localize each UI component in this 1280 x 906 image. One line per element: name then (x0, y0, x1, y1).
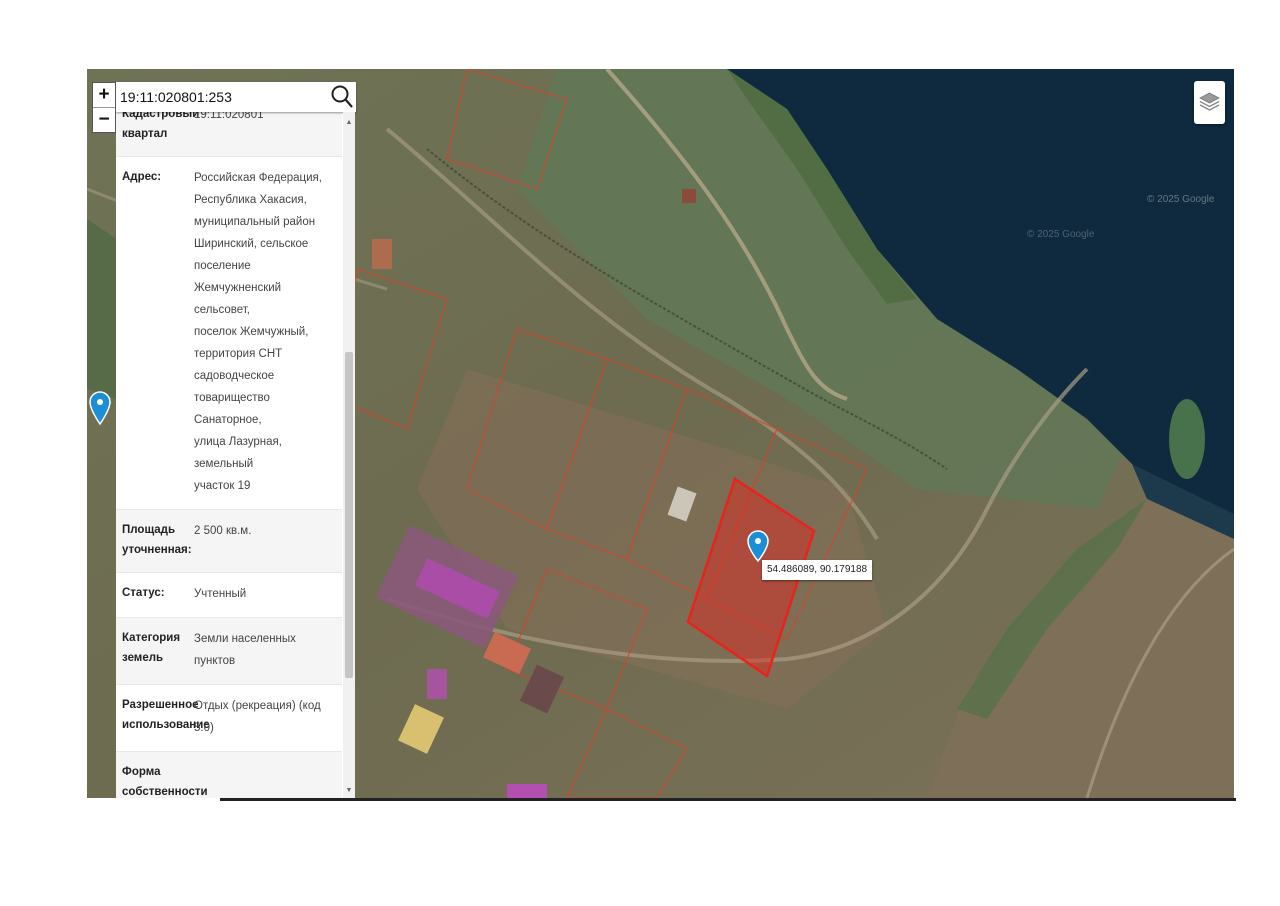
info-label: Адрес: (122, 171, 162, 183)
info-label: Категория земель (122, 632, 181, 664)
info-row: Категория земель Земли населенных пунктов (116, 618, 342, 685)
scroll-up-arrow-icon[interactable]: ▲ (343, 116, 355, 130)
map-attribution: © 2025 Google (1147, 194, 1215, 205)
info-label: Форма собственности (122, 766, 208, 798)
info-value: Земли населенных пунктов (194, 633, 296, 667)
scroll-thumb[interactable] (345, 352, 353, 678)
zoom-out-button[interactable]: − (93, 107, 115, 132)
info-label: Площадь уточненная: (122, 524, 192, 556)
search-icon[interactable] (330, 84, 354, 110)
map-attribution: © 2025 Google (1027, 229, 1095, 240)
zoom-control: + − (93, 83, 115, 132)
map-bottom-border (220, 798, 1236, 801)
info-row: Адрес: Российская Федерация, Республика Х… (116, 157, 342, 510)
info-value: 19:11:020801 (194, 112, 264, 121)
layers-icon (1199, 92, 1220, 111)
search-input[interactable] (120, 87, 320, 107)
coordinates-label: 54.486089, 90.179188 (762, 560, 873, 580)
info-row: Форма собственности (116, 752, 342, 798)
info-row: Кадастровый квартал 19:11:020801 (116, 112, 342, 157)
info-value: Российская Федерация, Республика Хакасия… (194, 172, 322, 492)
info-value: Учтенный (194, 588, 247, 600)
info-value: 2 500 кв.м. (194, 525, 252, 537)
info-value (194, 762, 342, 798)
info-row: Площадь уточненная: 2 500 кв.м. (116, 510, 342, 573)
info-scrollbar[interactable]: ▲ ▼ (343, 112, 355, 798)
info-row: Разрешенное использование Отдых (рекреаци… (116, 685, 342, 752)
search-box (116, 82, 356, 112)
info-value: Отдых (рекреация) (код 5.0) (194, 700, 321, 734)
info-row: Статус: Учтенный (116, 573, 342, 618)
info-label: Кадастровый квартал (122, 112, 200, 140)
info-label: Разрешенное использование (122, 699, 210, 731)
layers-button[interactable] (1194, 81, 1225, 124)
parcel-info-panel: Кадастровый квартал 19:11:020801 Адрес: Рос… (116, 112, 355, 798)
parcel-info-list: Кадастровый квартал 19:11:020801 Адрес: Рос… (116, 112, 342, 798)
zoom-in-button[interactable]: + (93, 83, 115, 107)
scroll-down-arrow-icon[interactable]: ▼ (343, 784, 355, 798)
info-label: Статус: (122, 587, 165, 599)
